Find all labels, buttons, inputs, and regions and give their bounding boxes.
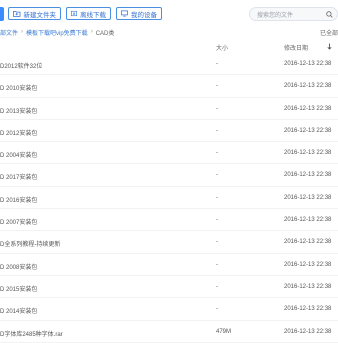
search-placeholder: 搜索您的文件 [257, 12, 294, 19]
file-size: - [216, 172, 218, 179]
file-size: - [216, 283, 218, 290]
file-name[interactable]: D 2017安装包 [0, 172, 37, 181]
breadcrumb: 部文件 › 模板下载吧vip免费下载 › CAD类 [0, 27, 114, 37]
file-date: 2016-12-13 22:38 [284, 83, 332, 90]
file-date: 2016-12-13 22:38 [284, 172, 332, 179]
file-date: 2016-12-13 22:38 [284, 127, 332, 134]
file-name[interactable]: D字体库2485种字体.rar [0, 329, 63, 338]
file-name[interactable]: D 2012安装包 [0, 128, 37, 137]
breadcrumb-separator: › [21, 29, 24, 35]
file-row[interactable]: D 2016安装包 - 2016-12-13 22:38 [0, 187, 338, 210]
new-folder-button[interactable]: 新建文件夹 [8, 7, 61, 20]
file-date: 2016-12-13 22:38 [284, 328, 332, 335]
upload-button[interactable] [0, 7, 4, 21]
file-size: - [216, 105, 218, 112]
file-row[interactable]: D字体库2485种字体.rar 479M 2016-12-13 22:38 [0, 321, 338, 343]
breadcrumb-item-all-files[interactable]: 部文件 [0, 28, 18, 37]
column-size-header[interactable]: 大小 [216, 43, 228, 52]
file-name[interactable]: D 2008安装包 [0, 262, 37, 271]
file-row[interactable]: D 2014安装包 - 2016-12-13 22:38 [0, 298, 338, 321]
download-icon [71, 10, 77, 17]
file-name[interactable]: D 2014安装包 [0, 306, 37, 315]
file-size: - [216, 61, 218, 67]
file-size: - [216, 261, 218, 268]
file-date: 2016-12-13 22:38 [284, 61, 332, 67]
file-date: 2016-12-13 22:38 [284, 306, 332, 313]
breadcrumb-item-current: CAD类 [95, 30, 115, 37]
file-date: 2016-12-13 22:38 [284, 239, 332, 246]
toolbar: 新建文件夹 离线下载 我的设备 搜索您的文件 [0, 0, 338, 30]
file-row[interactable]: D 2004安装包 - 2016-12-13 22:38 [0, 142, 338, 165]
sort-down-icon[interactable] [327, 43, 332, 50]
search-input[interactable]: 搜索您的文件 [249, 7, 338, 21]
file-size: - [216, 127, 218, 134]
file-size: - [216, 239, 218, 246]
file-row[interactable]: D2012软件32位 - 2016-12-13 22:38 [0, 53, 338, 76]
file-row[interactable]: D 2015安装包 - 2016-12-13 22:38 [0, 276, 338, 299]
file-name[interactable]: D2012软件32位 [0, 61, 42, 70]
offline-download-button[interactable]: 离线下载 [66, 7, 111, 20]
file-row[interactable]: D 2017安装包 - 2016-12-13 22:38 [0, 164, 338, 187]
file-size: - [216, 194, 218, 201]
file-row[interactable]: D 2012安装包 - 2016-12-13 22:38 [0, 120, 338, 143]
my-devices-label: 我的设备 [131, 11, 157, 19]
file-name[interactable]: D 2007安装包 [0, 217, 37, 226]
file-name[interactable]: D 2016安装包 [0, 195, 37, 204]
column-date-header[interactable]: 修改日期 [284, 43, 308, 52]
file-name[interactable]: D 2015安装包 [0, 284, 37, 293]
file-name[interactable]: D 2004安装包 [0, 150, 37, 159]
file-date: 2016-12-13 22:38 [284, 194, 332, 201]
file-date: 2016-12-13 22:38 [284, 283, 332, 290]
file-row[interactable]: D 2008安装包 - 2016-12-13 22:38 [0, 254, 338, 276]
file-size: 479M [216, 328, 232, 335]
file-name[interactable]: D全系列教程-持续更新 [0, 239, 60, 248]
file-size: - [216, 217, 218, 224]
breadcrumb-separator: › [90, 29, 93, 35]
file-name[interactable]: D 2010安装包 [0, 83, 37, 92]
folder-plus-icon [13, 10, 21, 17]
file-size: - [216, 306, 218, 313]
file-size: - [216, 83, 218, 90]
file-row[interactable]: D 2010安装包 - 2016-12-13 22:38 [0, 75, 338, 98]
file-date: 2016-12-13 22:38 [284, 150, 332, 157]
file-row[interactable]: D全系列教程-持续更新 - 2016-12-13 22:38 [0, 231, 338, 254]
file-list-header: 大小 修改日期 [0, 41, 338, 53]
file-name[interactable]: D 2013安装包 [0, 106, 37, 115]
my-devices-button[interactable]: 我的设备 [116, 7, 162, 20]
file-size: - [216, 150, 218, 157]
file-date: 2016-12-13 22:38 [284, 217, 332, 224]
device-icon [121, 10, 128, 17]
offline-download-label: 离线下载 [80, 11, 106, 19]
file-date: 2016-12-13 22:38 [284, 105, 332, 112]
search-icon[interactable] [326, 11, 333, 18]
loaded-status: 已全部 [319, 31, 338, 37]
file-row[interactable]: D 2013安装包 - 2016-12-13 22:38 [0, 98, 338, 120]
new-folder-label: 新建文件夹 [23, 11, 57, 19]
file-list: D2012软件32位 - 2016-12-13 22:38 D 2010安装包 - 201… [0, 53, 338, 343]
breadcrumb-item-parent[interactable]: 模板下载吧vip免费下载 [26, 28, 88, 37]
file-row[interactable]: D 2007安装包 - 2016-12-13 22:38 [0, 209, 338, 232]
file-date: 2016-12-13 22:38 [284, 261, 332, 268]
